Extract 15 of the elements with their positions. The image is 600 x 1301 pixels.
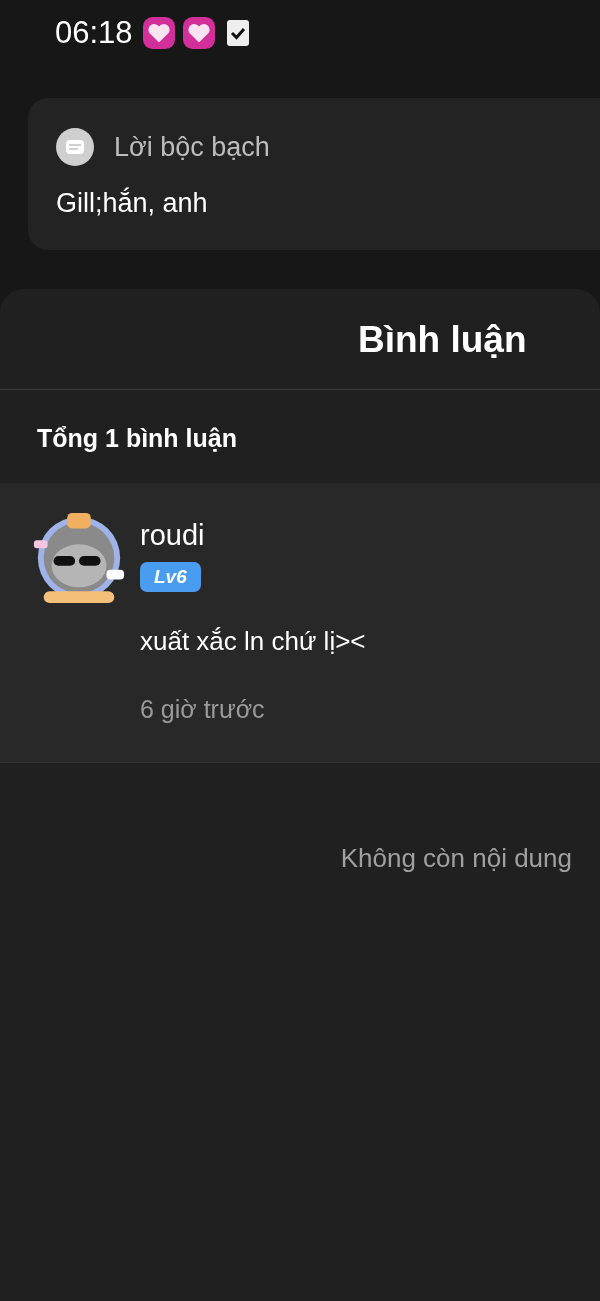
heart-app-icon	[142, 16, 175, 49]
checkbox-icon	[226, 19, 249, 46]
notification-card[interactable]: Lời bộc bạch Gill;hắn, anh	[28, 98, 600, 250]
sheet-title: Bình luận	[0, 289, 600, 390]
heart-app-icon	[182, 16, 215, 49]
comment-time: 6 giờ trước	[140, 695, 265, 724]
comment-count: Tổng 1 bình luận	[36, 423, 238, 454]
end-of-content-label: Không còn nội dung	[340, 843, 572, 874]
notification-title: Lời bộc bạch	[114, 131, 270, 163]
clock: 06:18	[55, 14, 133, 51]
comment-text: xuất xắc ln chứ lị><	[140, 626, 366, 657]
level-badge: Lv6	[140, 562, 201, 592]
message-icon	[56, 128, 94, 166]
notification-text: Gill;hắn, anh	[56, 188, 209, 219]
username[interactable]: roudi	[140, 519, 205, 552]
